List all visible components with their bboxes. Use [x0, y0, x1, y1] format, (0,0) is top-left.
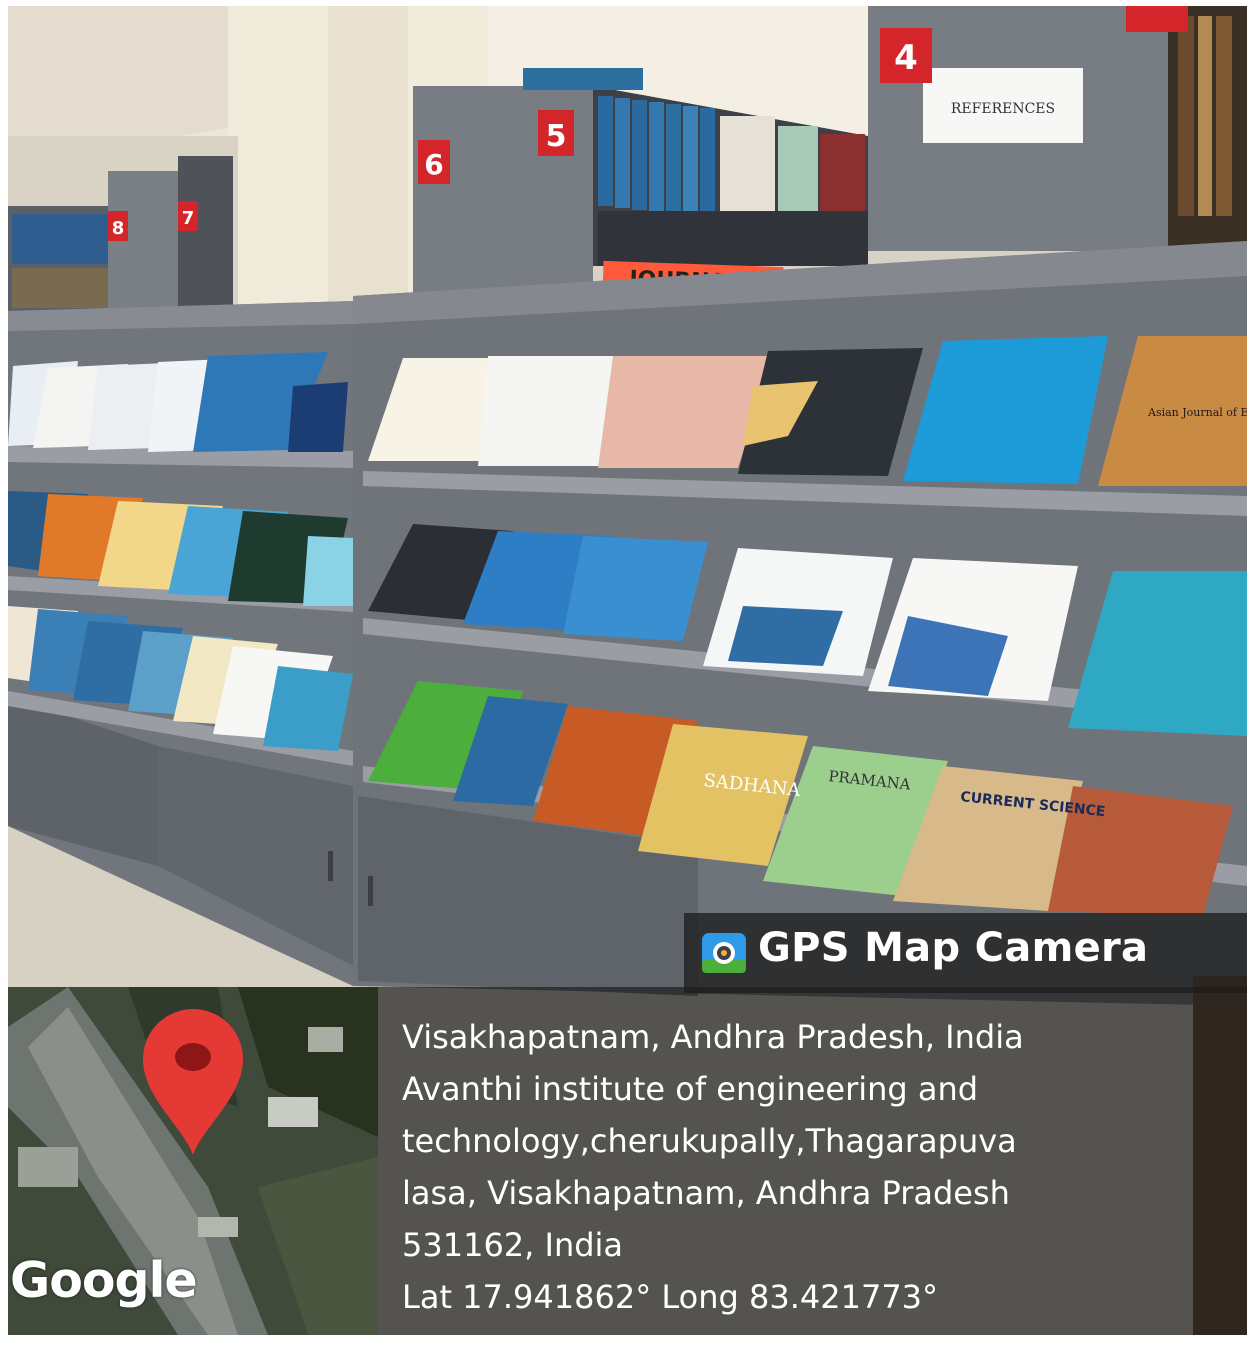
address-block: Visakhapatnam, Andhra Pradesh, India Ava… [402, 1011, 1232, 1323]
coordinates-line: Lat 17.941862° Long 83.421773° [402, 1278, 939, 1316]
svg-text:6: 6 [424, 148, 443, 181]
address-line-2: technology,cherukupally,Thagarapuva [402, 1122, 1017, 1160]
references-sign: REFERENCES [951, 101, 1055, 117]
journal-title-asian-journal: Asian Journal of Electrical [1147, 406, 1247, 419]
svg-text:4: 4 [894, 38, 918, 78]
svg-text:8: 8 [112, 218, 125, 239]
location-info-panel: Google Visakhapatnam, Andhra Pradesh, In… [8, 987, 1247, 1335]
map-thumbnail: Google [8, 987, 378, 1335]
address-line-postal: 531162, India [402, 1226, 624, 1264]
app-title: GPS Map Camera [758, 925, 1149, 971]
gps-map-camera-logo-icon [702, 933, 746, 973]
location-pin-icon [143, 1009, 243, 1155]
library-photo: REFERENCES 4 5 6 7 8 JOURNALS [8, 6, 1247, 1335]
svg-text:5: 5 [546, 119, 567, 154]
svg-text:7: 7 [182, 208, 195, 229]
address-line-city: Visakhapatnam, Andhra Pradesh, India [402, 1018, 1024, 1056]
gps-camera-header: GPS Map Camera [684, 913, 1247, 993]
address-line-3: lasa, Visakhapatnam, Andhra Pradesh [402, 1174, 1010, 1212]
address-line-1: Avanthi institute of engineering and [402, 1070, 979, 1108]
google-watermark: Google [10, 1252, 198, 1309]
